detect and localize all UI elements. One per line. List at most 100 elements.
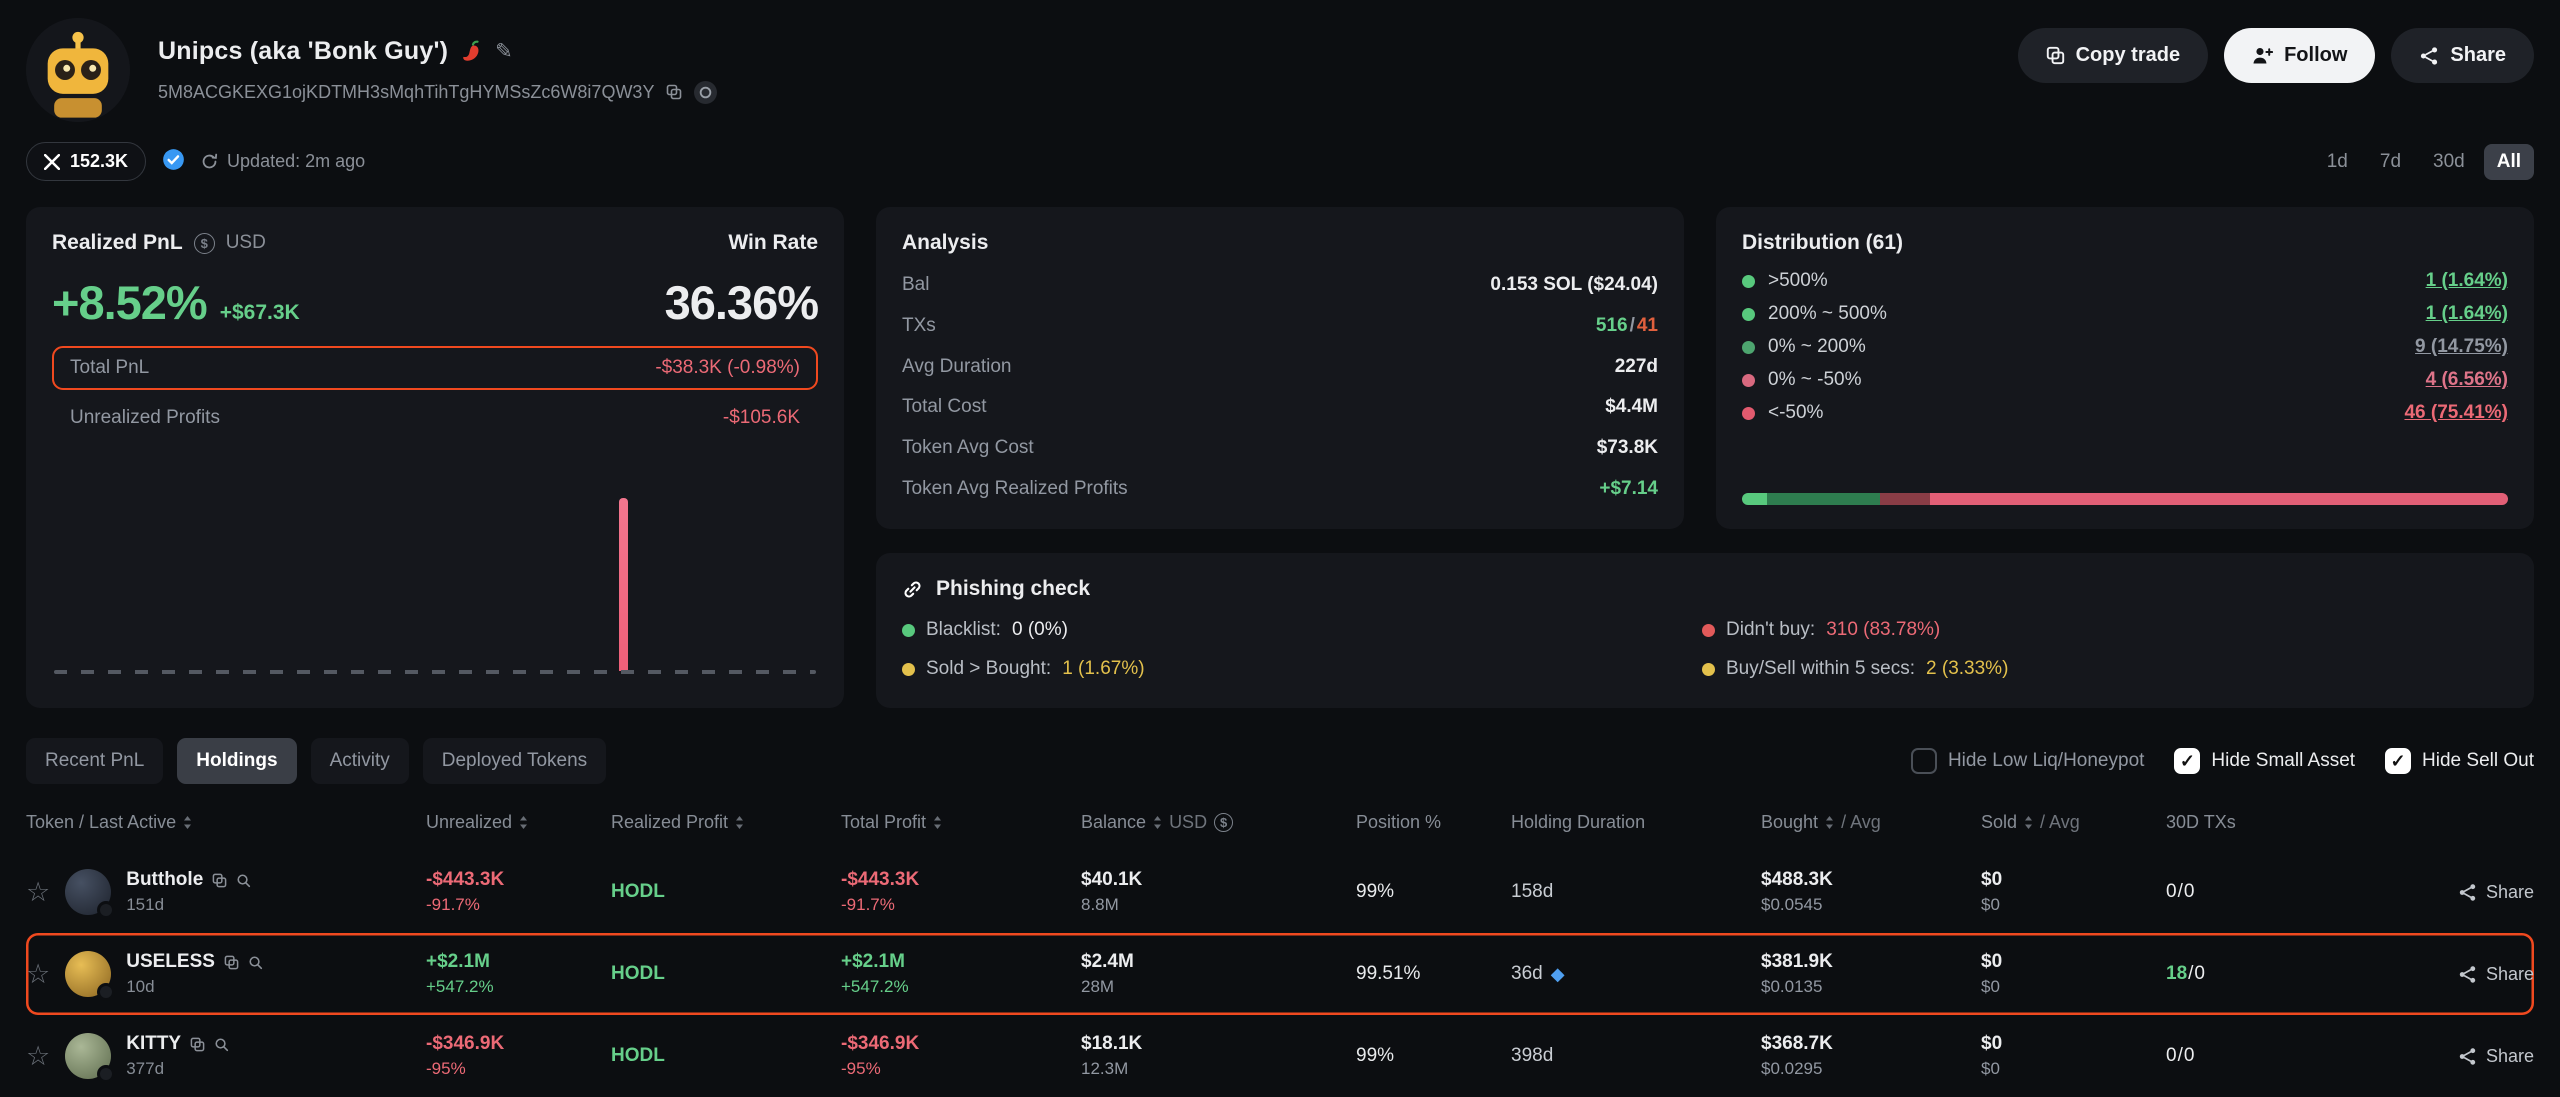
token-name: KITTY xyxy=(126,1033,181,1055)
column-header-realized-profit[interactable]: Realized Profit xyxy=(611,812,841,833)
copy-token-icon[interactable] xyxy=(190,1037,205,1052)
distribution-count-link[interactable]: 1 (1.64%) xyxy=(2426,303,2508,325)
column-header-sold[interactable]: Sold / Avg xyxy=(1981,812,2166,833)
currency-icon[interactable]: $ xyxy=(1214,813,1233,832)
unrealized-cell-main: -$443.3K xyxy=(426,869,611,891)
range-30d[interactable]: 30d xyxy=(2420,144,2478,180)
profile-block: Unipcs (aka 'Bonk Guy') ✎ 5M8ACGKEXG1ojK… xyxy=(26,18,717,122)
unrealized-cell-main: +$2.1M xyxy=(426,951,611,973)
copy-token-icon[interactable] xyxy=(224,955,239,970)
search-token-icon[interactable] xyxy=(236,873,251,888)
distribution-label: >500% xyxy=(1768,270,1828,292)
realized-pnl-title: Realized PnL xyxy=(52,231,183,255)
sort-icon[interactable] xyxy=(1153,816,1162,829)
row-share-button[interactable]: Share xyxy=(2306,964,2534,985)
edit-icon[interactable]: ✎ xyxy=(495,39,513,64)
sort-icon[interactable] xyxy=(735,816,744,829)
search-token-icon[interactable] xyxy=(214,1037,229,1052)
balance-cell-sub: 12.3M xyxy=(1081,1059,1356,1079)
refresh-icon[interactable] xyxy=(201,153,218,170)
row-share-button[interactable]: Share xyxy=(2306,882,2534,903)
range-1d[interactable]: 1d xyxy=(2314,144,2361,180)
table-row-useless[interactable]: ☆USELESS10d+$2.1M+547.2%HODL+$2.1M+547.2… xyxy=(26,933,2534,1015)
tab-recent-pnl[interactable]: Recent PnL xyxy=(26,738,163,784)
token-avatar xyxy=(65,1033,111,1079)
filter-hide-small-asset[interactable]: ✓Hide Small Asset xyxy=(2174,748,2355,774)
column-label: Sold xyxy=(1981,812,2017,833)
distribution-range: 0% ~ -50% xyxy=(1742,369,1861,391)
distribution-label: 200% ~ 500% xyxy=(1768,303,1887,325)
table-row-butthole[interactable]: ☆Butthole151d-$443.3K-91.7%HODL-$443.3K-… xyxy=(26,851,2534,933)
twitter-badge[interactable]: 152.3K xyxy=(26,142,146,181)
token-cell: ☆USELESS10d xyxy=(26,951,426,997)
share-button[interactable]: Share xyxy=(2391,28,2534,83)
column-header-unrealized[interactable]: Unrealized xyxy=(426,812,611,833)
total-profit-cell-main: -$346.9K xyxy=(841,1033,1081,1055)
search-token-icon[interactable] xyxy=(248,955,263,970)
tab-deployed-tokens[interactable]: Deployed Tokens xyxy=(423,738,606,784)
follow-button[interactable]: Follow xyxy=(2224,28,2375,83)
holdings-table: Token / Last ActiveUnrealizedRealized Pr… xyxy=(0,808,2560,1097)
checkbox-icon[interactable]: ✓ xyxy=(2174,748,2200,774)
distribution-rows: >500% 1 (1.64%) 200% ~ 500% 1 (1.64%) 0% ~ 2… xyxy=(1742,270,2508,424)
copy-token-icon[interactable] xyxy=(212,873,227,888)
favorite-star-icon[interactable]: ☆ xyxy=(26,1043,50,1070)
range-7d[interactable]: 7d xyxy=(2367,144,2414,180)
column-header-bought[interactable]: Bought/ Avg xyxy=(1761,812,1981,833)
column-header-total-profit[interactable]: Total Profit xyxy=(841,812,1081,833)
distribution-dot-icon xyxy=(1742,341,1755,354)
phishing-grid: Blacklist:0 (0%)Sold > Bought:1 (1.67%)D… xyxy=(902,619,2508,680)
token-last-active: 151d xyxy=(126,895,251,915)
sort-icon[interactable] xyxy=(1825,816,1834,829)
sort-icon[interactable] xyxy=(933,816,942,829)
column-suffix: / Avg xyxy=(1841,812,1881,833)
distribution-dot-icon xyxy=(1742,308,1755,321)
unrealized-cell: +$2.1M+547.2% xyxy=(426,951,611,997)
column-header-balance[interactable]: BalanceUSD$ xyxy=(1081,812,1356,833)
tab-activity[interactable]: Activity xyxy=(311,738,409,784)
checkbox-icon[interactable] xyxy=(1911,748,1937,774)
copy-address-icon[interactable] xyxy=(666,84,682,100)
tab-holdings[interactable]: Holdings xyxy=(177,738,296,784)
analysis-row-bal: Bal0.153 SOL ($24.04) xyxy=(902,269,1658,301)
favorite-star-icon[interactable]: ☆ xyxy=(26,879,50,906)
column-label: 30D TXs xyxy=(2166,812,2236,833)
filter-hide-sell-out[interactable]: ✓Hide Sell Out xyxy=(2385,748,2534,774)
hodl-label: HODL xyxy=(611,1045,665,1066)
sold-cell: $0$0 xyxy=(1981,869,2166,915)
sort-icon[interactable] xyxy=(519,816,528,829)
distribution-count-link[interactable]: 46 (75.41%) xyxy=(2404,402,2508,424)
column-header-token-last-active[interactable]: Token / Last Active xyxy=(26,812,426,833)
follow-label: Follow xyxy=(2284,44,2347,67)
txs-separator: / xyxy=(2178,881,2183,903)
checkbox-icon[interactable]: ✓ xyxy=(2385,748,2411,774)
distribution-label: 0% ~ 200% xyxy=(1768,336,1866,358)
favorite-star-icon[interactable]: ☆ xyxy=(26,961,50,988)
position-cell: 99% xyxy=(1356,881,1511,903)
analysis-label: TXs xyxy=(902,315,936,337)
distribution-count-link[interactable]: 4 (6.56%) xyxy=(2426,369,2508,391)
page-title: Unipcs (aka 'Bonk Guy') xyxy=(158,37,448,66)
row-share-button[interactable]: Share xyxy=(2306,1046,2534,1067)
sold-cell: $0$0 xyxy=(1981,1033,2166,1079)
explorer-icon[interactable] xyxy=(694,81,717,104)
sold-cell-sub: $0 xyxy=(1981,895,2166,915)
distribution-count-link[interactable]: 9 (14.75%) xyxy=(2415,336,2508,358)
pnl-chart xyxy=(52,444,818,684)
distribution-bar-segment xyxy=(1742,493,1767,505)
updated-label: Updated: 2m ago xyxy=(227,151,365,172)
distribution-count-link[interactable]: 1 (1.64%) xyxy=(2426,270,2508,292)
table-header: Token / Last ActiveUnrealizedRealized Pr… xyxy=(26,808,2534,851)
copy-trade-button[interactable]: Copy trade xyxy=(2018,28,2208,83)
range-all[interactable]: All xyxy=(2484,144,2534,180)
sort-icon[interactable] xyxy=(2024,816,2033,829)
currency-toggle-icon[interactable]: $ xyxy=(194,233,215,254)
column-suffix: / Avg xyxy=(2040,812,2080,833)
bought-cell-main: $488.3K xyxy=(1761,869,1981,891)
filter-hide-low-liq-honeypot[interactable]: Hide Low Liq/Honeypot xyxy=(1911,748,2144,774)
distribution-bar-segment xyxy=(1880,493,1930,505)
sort-icon[interactable] xyxy=(183,816,192,829)
balance-cell-main: $2.4M xyxy=(1081,951,1356,973)
column-label: Total Profit xyxy=(841,812,926,833)
table-row-kitty[interactable]: ☆KITTY377d-$346.9K-95%HODL-$346.9K-95%$1… xyxy=(26,1015,2534,1097)
